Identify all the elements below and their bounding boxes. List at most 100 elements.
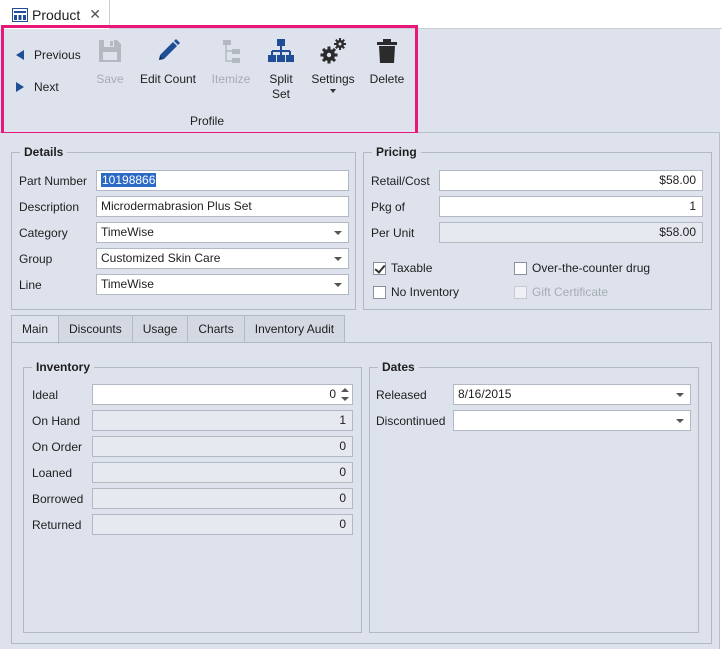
settings-button[interactable]: Settings bbox=[309, 37, 357, 93]
ribbon: Previous Next Save Edit Count Itemize Sp… bbox=[0, 29, 720, 133]
ideal-value: 0 bbox=[329, 387, 336, 401]
chevron-down-icon[interactable] bbox=[334, 257, 342, 261]
group-label: Group bbox=[19, 252, 53, 266]
gift-certificate-checkbox: Gift Certificate bbox=[514, 285, 608, 299]
category-value: TimeWise bbox=[101, 225, 154, 239]
part-number-value: 10198866 bbox=[101, 173, 157, 187]
otc-drug-checkbox[interactable]: Over-the-counter drug bbox=[514, 261, 650, 275]
checkbox-checked-icon bbox=[373, 261, 386, 275]
edit-count-label: Edit Count bbox=[139, 72, 197, 86]
document-tab-title: Product bbox=[32, 6, 81, 23]
delete-button[interactable]: Delete bbox=[368, 37, 406, 87]
returned-label: Returned bbox=[32, 518, 82, 532]
dropdown-arrow-icon bbox=[330, 89, 336, 93]
pricing-title: Pricing bbox=[372, 145, 421, 159]
triangle-left-icon bbox=[16, 50, 24, 60]
description-label: Description bbox=[19, 200, 80, 214]
group-select[interactable]: Customized Skin Care bbox=[96, 248, 349, 269]
retail-cost-label: Retail/Cost bbox=[371, 174, 430, 188]
dates-group: Dates Released 8/16/2015 Discontinued bbox=[369, 360, 699, 633]
taxable-label: Taxable bbox=[391, 261, 433, 275]
category-label: Category bbox=[19, 226, 68, 240]
document-tab-product[interactable]: Product ✕ bbox=[0, 0, 110, 29]
category-select[interactable]: TimeWise bbox=[96, 222, 349, 243]
borrowed-label: Borrowed bbox=[32, 492, 84, 506]
gift-certificate-label: Gift Certificate bbox=[532, 285, 609, 299]
spin-arrows-icon[interactable] bbox=[341, 387, 349, 402]
retail-cost-field[interactable]: $58.00 bbox=[439, 170, 703, 191]
line-select[interactable]: TimeWise bbox=[96, 274, 349, 295]
part-number-field[interactable]: 10198866 bbox=[96, 170, 349, 191]
line-label: Line bbox=[19, 278, 42, 292]
save-label: Save bbox=[96, 72, 124, 86]
chevron-down-icon[interactable] bbox=[334, 283, 342, 287]
taxable-checkbox[interactable]: Taxable bbox=[373, 261, 432, 275]
pkg-of-label: Pkg of bbox=[371, 200, 406, 214]
ideal-label: Ideal bbox=[32, 388, 59, 402]
chevron-down-icon[interactable] bbox=[334, 231, 342, 235]
trash-icon bbox=[377, 39, 397, 63]
chevron-down-icon[interactable] bbox=[676, 393, 684, 397]
next-button[interactable]: Next bbox=[16, 80, 59, 94]
close-icon[interactable]: ✕ bbox=[89, 6, 101, 23]
triangle-right-icon bbox=[16, 82, 24, 92]
checkbox-unchecked-icon bbox=[373, 285, 386, 299]
main-tab-panel: Inventory Ideal 0 On Hand 1 On Order 0 L… bbox=[11, 342, 712, 644]
loaned-label: Loaned bbox=[32, 466, 73, 480]
previous-button[interactable]: Previous bbox=[16, 48, 81, 62]
tab-charts[interactable]: Charts bbox=[187, 315, 245, 343]
details-group: Details Part Number 10198866 Description… bbox=[11, 145, 356, 310]
tab-usage[interactable]: Usage bbox=[131, 315, 189, 343]
content-area: Details Part Number 10198866 Description… bbox=[0, 133, 720, 649]
per-unit-field: $58.00 bbox=[439, 222, 703, 243]
group-value: Customized Skin Care bbox=[101, 251, 221, 265]
dates-title: Dates bbox=[378, 360, 419, 374]
split-set-label: Split Set bbox=[269, 72, 293, 101]
otc-drug-label: Over-the-counter drug bbox=[532, 261, 651, 275]
inventory-group: Inventory Ideal 0 On Hand 1 On Order 0 L… bbox=[23, 360, 362, 633]
released-value: 8/16/2015 bbox=[458, 387, 512, 401]
loaned-field: 0 bbox=[92, 462, 353, 483]
itemize-button[interactable]: Itemize bbox=[209, 37, 253, 87]
no-inventory-checkbox[interactable]: No Inventory bbox=[373, 285, 459, 299]
settings-label: Settings bbox=[311, 72, 355, 86]
description-field[interactable]: Microdermabrasion Plus Set bbox=[96, 196, 349, 217]
ideal-stepper[interactable]: 0 bbox=[92, 384, 353, 405]
details-title: Details bbox=[20, 145, 68, 159]
discontinued-date-picker[interactable] bbox=[453, 410, 691, 431]
itemize-label: Itemize bbox=[211, 72, 251, 86]
inventory-title: Inventory bbox=[32, 360, 95, 374]
per-unit-label: Per Unit bbox=[371, 226, 415, 240]
on-order-field: 0 bbox=[92, 436, 353, 457]
previous-label: Previous bbox=[34, 48, 81, 62]
checkbox-unchecked-icon bbox=[514, 261, 527, 275]
on-hand-field: 1 bbox=[92, 410, 353, 431]
released-date-picker[interactable]: 8/16/2015 bbox=[453, 384, 691, 405]
on-hand-label: On Hand bbox=[32, 414, 81, 428]
line-value: TimeWise bbox=[101, 277, 154, 291]
checkbox-disabled-icon bbox=[514, 285, 527, 299]
tab-main[interactable]: Main bbox=[11, 315, 60, 344]
part-number-label: Part Number bbox=[19, 174, 88, 188]
next-label: Next bbox=[34, 80, 59, 94]
ribbon-group-label: Profile bbox=[190, 114, 225, 128]
tab-strip: Main Discounts Usage Charts Inventory Au… bbox=[11, 315, 346, 344]
delete-label: Delete bbox=[369, 72, 405, 86]
chevron-down-icon[interactable] bbox=[676, 419, 684, 423]
hierarchy-icon bbox=[268, 39, 294, 62]
tab-discounts[interactable]: Discounts bbox=[58, 315, 133, 343]
pencil-icon bbox=[159, 39, 180, 60]
floppy-disk-icon bbox=[99, 40, 121, 62]
returned-field: 0 bbox=[92, 514, 353, 535]
no-inventory-label: No Inventory bbox=[391, 285, 460, 299]
on-order-label: On Order bbox=[32, 440, 83, 454]
discontinued-label: Discontinued bbox=[376, 414, 446, 428]
split-set-button[interactable]: Split Set bbox=[264, 37, 298, 102]
tab-inventory-audit[interactable]: Inventory Audit bbox=[243, 315, 346, 343]
product-icon bbox=[12, 7, 28, 22]
edit-count-button[interactable]: Edit Count bbox=[138, 37, 198, 87]
save-button[interactable]: Save bbox=[96, 37, 124, 87]
pkg-of-field[interactable]: 1 bbox=[439, 196, 703, 217]
tree-list-icon bbox=[223, 40, 240, 63]
gears-icon bbox=[320, 38, 346, 64]
